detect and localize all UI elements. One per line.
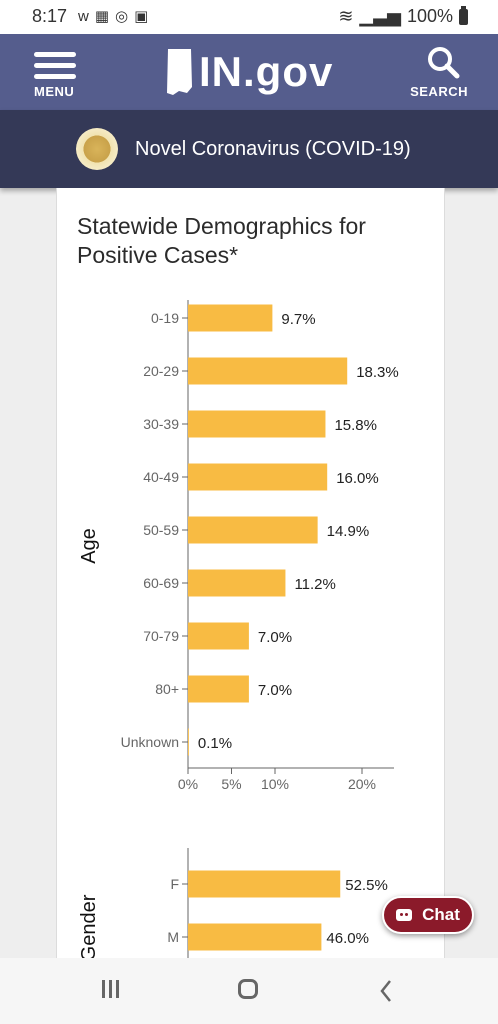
age-value-label: 11.2% — [294, 576, 335, 593]
gender-category-label: F — [170, 876, 179, 892]
demographics-card: Statewide Demographics for Positive Case… — [56, 188, 445, 958]
w-app-icon: w — [78, 8, 95, 25]
logo-text: IN.gov — [199, 48, 334, 95]
age-bar — [188, 569, 286, 597]
subheader-title: Novel Coronavirus (COVID-19) — [135, 138, 411, 160]
android-nav-bar — [0, 958, 498, 1024]
age-x-tick-label: 0% — [178, 776, 198, 792]
instagram-icon: ◎ — [115, 8, 135, 25]
age-bar — [188, 410, 326, 438]
gender-value-label: 52.5% — [345, 877, 388, 894]
search-label: SEARCH — [410, 84, 468, 99]
in-gov-logo[interactable]: IN.gov — [165, 46, 333, 98]
notification-icons: w▦◎▣ — [78, 7, 154, 25]
age-value-label: 0.1% — [198, 735, 232, 752]
chat-label: Chat — [422, 905, 460, 924]
hamburger-icon — [34, 52, 76, 80]
age-x-tick-label: 10% — [261, 776, 289, 792]
age-bar — [188, 728, 189, 756]
signal-icon: ▁▃▅ — [359, 6, 401, 26]
age-bar — [188, 622, 249, 650]
recent-apps-button[interactable] — [92, 976, 132, 1006]
status-time: 8:17 — [32, 6, 68, 26]
age-bar — [188, 675, 249, 703]
age-value-label: 9.7% — [281, 311, 315, 328]
back-chevron-icon — [380, 980, 391, 1002]
app-header: MENU IN.gov SEARCH — [0, 34, 498, 110]
home-icon — [238, 979, 258, 999]
age-category-label: 80+ — [155, 681, 179, 697]
age-category-label: 70-79 — [143, 628, 179, 644]
home-button[interactable] — [230, 976, 270, 1006]
menu-button[interactable]: MENU — [26, 46, 86, 102]
gender-category-label: M — [167, 929, 179, 945]
search-icon — [428, 47, 460, 79]
age-value-label: 16.0% — [336, 470, 379, 487]
age-category-label: 50-59 — [143, 522, 179, 538]
gender-axis-label: Gender — [78, 894, 100, 958]
chat-button[interactable]: Chat — [382, 896, 474, 934]
news-icon: ▦ — [94, 8, 116, 25]
gender-bar — [188, 923, 322, 951]
status-bar: 8:17 w▦◎▣ ≋ ▁▃▅ 100% — [0, 0, 498, 34]
battery-label: 100% — [406, 6, 453, 26]
age-value-label: 18.3% — [356, 364, 399, 381]
age-axis-label: Age — [78, 528, 100, 564]
age-x-tick-label: 5% — [221, 776, 241, 792]
age-value-label: 7.0% — [258, 629, 292, 646]
search-button[interactable]: SEARCH — [410, 46, 472, 102]
age-value-label: 15.8% — [334, 417, 377, 434]
age-category-label: Unknown — [121, 734, 179, 750]
age-bar — [188, 304, 273, 332]
age-value-label: 7.0% — [258, 682, 292, 699]
battery-icon — [459, 5, 468, 25]
menu-label: MENU — [34, 84, 75, 99]
age-value-label: 14.9% — [327, 523, 370, 540]
age-bar — [188, 463, 328, 491]
robot-icon — [396, 909, 413, 921]
gallery-icon: ▣ — [134, 8, 155, 25]
age-bar — [188, 357, 348, 385]
age-category-label: 60-69 — [143, 575, 179, 591]
system-icons: ≋ ▁▃▅ 100% — [338, 5, 468, 27]
age-category-label: 40-49 — [143, 469, 179, 485]
demographics-chart: Age 0-19 9.7% 20-29 18.3% 30-39 15.8% 40-49 16.0… — [78, 300, 399, 958]
age-category-label: 20-29 — [143, 363, 179, 379]
age-bar — [188, 516, 318, 544]
indiana-state-icon — [167, 49, 192, 95]
covid-subheader[interactable]: Novel Coronavirus (COVID-19) — [0, 110, 498, 188]
back-button[interactable] — [372, 976, 412, 1006]
age-x-tick-label: 20% — [348, 776, 376, 792]
gender-bar — [188, 870, 341, 898]
state-seal-icon — [76, 128, 118, 170]
wifi-icon: ≋ — [338, 6, 354, 26]
gender-value-label: 46.0% — [326, 930, 369, 947]
age-category-label: 30-39 — [143, 416, 179, 432]
age-category-label: 0-19 — [151, 310, 179, 326]
